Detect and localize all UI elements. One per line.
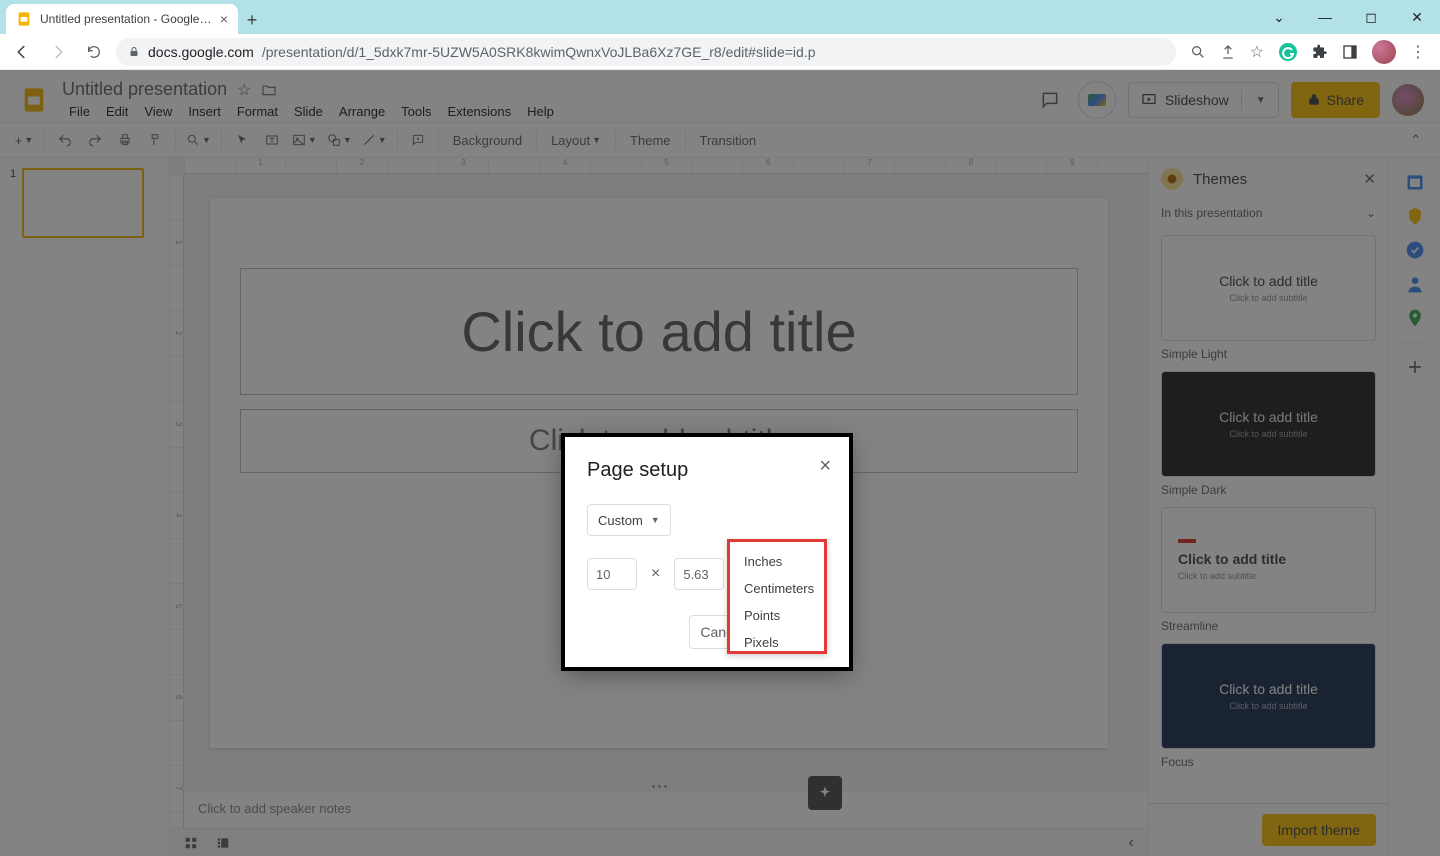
reload-button[interactable] (80, 38, 108, 66)
sidepanel-toggle-icon[interactable] (1342, 44, 1358, 60)
units-dropdown-menu: Inches Centimeters Points Pixels (727, 539, 827, 654)
bookmark-star-icon[interactable]: ☆ (1250, 42, 1264, 62)
tab-close-icon[interactable]: × (220, 11, 228, 27)
slides-favicon (16, 11, 32, 27)
url-path: /presentation/d/1_5dxk7mr-5UZW5A0SRK8kwi… (262, 44, 816, 60)
unit-option-pixels[interactable]: Pixels (730, 629, 824, 656)
height-input[interactable] (674, 558, 724, 590)
window-controls: ⌄ — ◻ ✕ (1256, 0, 1440, 34)
extension-grammarly-icon[interactable] (1278, 42, 1298, 62)
width-input[interactable] (587, 558, 637, 590)
browser-tabstrip: Untitled presentation - Google Slides × … (0, 0, 1440, 34)
caret-icon: ▼ (651, 515, 660, 525)
browser-toolbar: docs.google.com/presentation/d/1_5dxk7mr… (0, 34, 1440, 70)
new-tab-button[interactable]: + (238, 6, 266, 34)
lock-icon (128, 46, 140, 58)
minimize-icon[interactable]: — (1302, 0, 1348, 34)
kebab-menu-icon[interactable]: ⋮ (1410, 42, 1426, 62)
address-bar[interactable]: docs.google.com/presentation/d/1_5dxk7mr… (116, 38, 1176, 66)
browser-tab-title: Untitled presentation - Google Slides (40, 12, 212, 26)
profile-avatar[interactable] (1372, 40, 1396, 64)
forward-button[interactable] (44, 38, 72, 66)
maximize-icon[interactable]: ◻ (1348, 0, 1394, 34)
unit-option-inches[interactable]: Inches (730, 548, 824, 575)
close-window-icon[interactable]: ✕ (1394, 0, 1440, 34)
preset-value: Custom (598, 513, 643, 528)
back-button[interactable] (8, 38, 36, 66)
dialog-close-icon[interactable]: × (819, 455, 831, 478)
dimension-x-icon: × (651, 565, 660, 583)
chevron-down-icon[interactable]: ⌄ (1256, 0, 1302, 34)
url-host: docs.google.com (148, 44, 254, 60)
share-page-icon[interactable] (1220, 44, 1236, 60)
dialog-title: Page setup (587, 459, 827, 482)
unit-option-points[interactable]: Points (730, 602, 824, 629)
zoom-icon[interactable] (1190, 44, 1206, 60)
slide-size-preset-dropdown[interactable]: Custom ▼ (587, 504, 671, 536)
browser-tab-active[interactable]: Untitled presentation - Google Slides × (6, 4, 238, 34)
extensions-puzzle-icon[interactable] (1312, 44, 1328, 60)
unit-option-centimeters[interactable]: Centimeters (730, 575, 824, 602)
